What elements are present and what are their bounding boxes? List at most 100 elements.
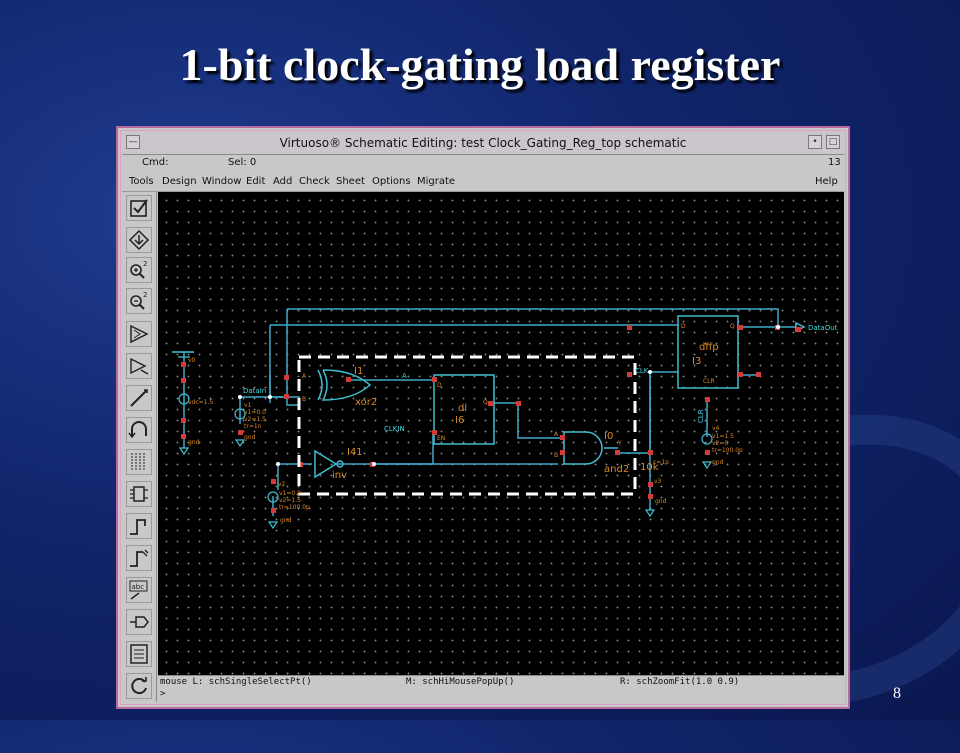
slide-title: 1-bit clock-gating load register bbox=[179, 39, 781, 90]
note-icon bbox=[130, 644, 148, 664]
label-v2: v2 bbox=[278, 481, 286, 488]
net-clk: CLK bbox=[635, 367, 649, 375]
menu-migrate[interactable]: Migrate bbox=[417, 176, 455, 187]
property-icon bbox=[130, 616, 149, 628]
v1-param-2: v2=1.5 bbox=[244, 416, 266, 423]
label-v0: v0 bbox=[188, 357, 196, 364]
svg-text:2: 2 bbox=[143, 291, 147, 299]
label-gnd-2: gnd bbox=[244, 434, 256, 441]
bus-button[interactable] bbox=[126, 449, 152, 475]
zoom-in-button[interactable]: 2 bbox=[126, 257, 152, 283]
menu-help[interactable]: Help bbox=[815, 176, 838, 187]
redraw-button[interactable] bbox=[126, 673, 152, 699]
v4-param-1: v1=1.5 bbox=[712, 433, 734, 440]
menu-edit[interactable]: Edit bbox=[246, 176, 265, 187]
page-number: 8 bbox=[893, 685, 901, 702]
label-v4: v4 bbox=[712, 425, 720, 432]
v1-param-1: v1=0.0 bbox=[244, 409, 266, 416]
pin-b-and: B bbox=[554, 452, 558, 459]
net-datain: DataIn bbox=[243, 387, 266, 395]
pins bbox=[181, 325, 801, 513]
v2-param-2: v2=1.5 bbox=[279, 497, 301, 504]
label-v1: v1 bbox=[244, 402, 252, 409]
zoom-in-icon: 2 bbox=[130, 260, 147, 279]
status-bar: Cmd: Sel: 0 13 bbox=[122, 155, 844, 174]
bus-icon bbox=[131, 453, 145, 471]
svg-text:2: 2 bbox=[143, 260, 147, 268]
menu-design[interactable]: Design bbox=[162, 176, 197, 187]
wire-wide-button[interactable] bbox=[126, 545, 152, 571]
pin-icon bbox=[130, 486, 148, 502]
pin-button[interactable] bbox=[126, 481, 152, 507]
menu-add[interactable]: Add bbox=[273, 176, 292, 187]
wire-button[interactable] bbox=[126, 385, 152, 411]
menu-options[interactable]: Options bbox=[372, 176, 411, 187]
label-xor-inst: I1 bbox=[354, 366, 363, 377]
pin-q-dff: Q bbox=[730, 323, 735, 330]
pin-y-and: Y bbox=[617, 440, 622, 447]
tool-palette: 2 2 abc bbox=[122, 192, 157, 702]
instance-icon bbox=[130, 324, 149, 344]
menu-window[interactable]: Window bbox=[202, 176, 241, 187]
check-save-icon bbox=[130, 199, 148, 217]
wire-narrow-button[interactable] bbox=[126, 513, 152, 539]
undo-icon bbox=[128, 421, 147, 439]
label-gnd-4: gnd bbox=[712, 459, 724, 466]
label-icon: abc bbox=[129, 580, 148, 600]
hierarchy-descend-icon bbox=[128, 229, 150, 251]
v2-param-1: v1=0.0 bbox=[279, 490, 301, 497]
v4-param-3: tr=100.0p bbox=[712, 447, 743, 454]
mouse-right-binding: R: schZoomFit(1.0 0.9) bbox=[620, 677, 740, 687]
note-button[interactable] bbox=[126, 641, 152, 667]
maximize-button[interactable]: □ bbox=[826, 135, 840, 149]
title-bar[interactable]: — Virtuoso® Schematic Editing: test Cloc… bbox=[122, 132, 844, 155]
net-clkin: CLKIN bbox=[384, 425, 405, 433]
stretch-icon bbox=[130, 357, 149, 375]
check-save-button[interactable] bbox=[126, 195, 152, 221]
mouse-left-binding: mouse L: schSingleSelectPt() bbox=[160, 677, 312, 687]
command-prompt[interactable]: > bbox=[158, 689, 844, 701]
instance-button[interactable] bbox=[126, 321, 152, 347]
menu-sheet[interactable]: Sheet bbox=[336, 176, 365, 187]
menu-check[interactable]: Check bbox=[299, 176, 330, 187]
label-button[interactable]: abc bbox=[126, 577, 152, 603]
label-dl-cell: dl bbox=[458, 403, 467, 414]
pin-q-dl: Q bbox=[483, 399, 488, 406]
label-xor-cell: xor2 bbox=[355, 397, 377, 408]
label-vdc: vdc=1.5 bbox=[188, 399, 213, 406]
pin-a-and: A bbox=[554, 431, 559, 438]
virtuoso-window: — Virtuoso® Schematic Editing: test Cloc… bbox=[116, 126, 850, 709]
label-gnd-1: gnd bbox=[188, 439, 200, 446]
mouse-binding-bar: mouse L: schSingleSelectPt() M: schHiMou… bbox=[158, 675, 844, 689]
net-dataout: DataOut bbox=[808, 324, 838, 332]
mouse-middle-binding: M: schHiMousePopUp() bbox=[406, 677, 515, 687]
wire-wide-icon bbox=[130, 549, 149, 567]
prompt-symbol: > bbox=[160, 689, 166, 699]
zoom-out-icon: 2 bbox=[130, 291, 147, 310]
cmd-label: Cmd: bbox=[142, 157, 169, 168]
label-inv-cell: inv bbox=[332, 470, 347, 481]
pin-clr-dff: CLR bbox=[703, 378, 715, 385]
label-gnd-5: gnd bbox=[655, 498, 667, 505]
wire-narrow-icon bbox=[130, 519, 146, 535]
net-a: A bbox=[402, 372, 407, 380]
stretch-button[interactable] bbox=[126, 353, 152, 379]
label-cap: c=1p bbox=[653, 459, 669, 466]
hierarchy-descend-button[interactable] bbox=[126, 227, 152, 253]
selection-count: Sel: 0 bbox=[228, 157, 257, 168]
pin-en-dl: EN bbox=[437, 435, 445, 442]
v1-param-3: tr=1n bbox=[244, 423, 262, 430]
schematic-canvas[interactable]: I1 xor2 I41 inv dl I6 I0 and2 dffp I3 10… bbox=[158, 192, 844, 675]
label-and-inst: I0 bbox=[604, 431, 613, 442]
pin-d-dl: D bbox=[437, 382, 442, 389]
undo-button[interactable] bbox=[126, 417, 152, 443]
property-button[interactable] bbox=[126, 609, 152, 635]
menu-tools[interactable]: Tools bbox=[129, 176, 154, 187]
window-title: Virtuoso® Schematic Editing: test Clock_… bbox=[279, 136, 687, 150]
minimize-button[interactable]: • bbox=[808, 135, 822, 149]
zoom-out-button[interactable]: 2 bbox=[126, 288, 152, 314]
label-inv-inst: I41 bbox=[347, 447, 363, 458]
v2-param-3: tr=100.0p bbox=[279, 504, 310, 511]
pin-b-xor: B bbox=[302, 396, 306, 403]
redraw-icon bbox=[131, 677, 147, 695]
